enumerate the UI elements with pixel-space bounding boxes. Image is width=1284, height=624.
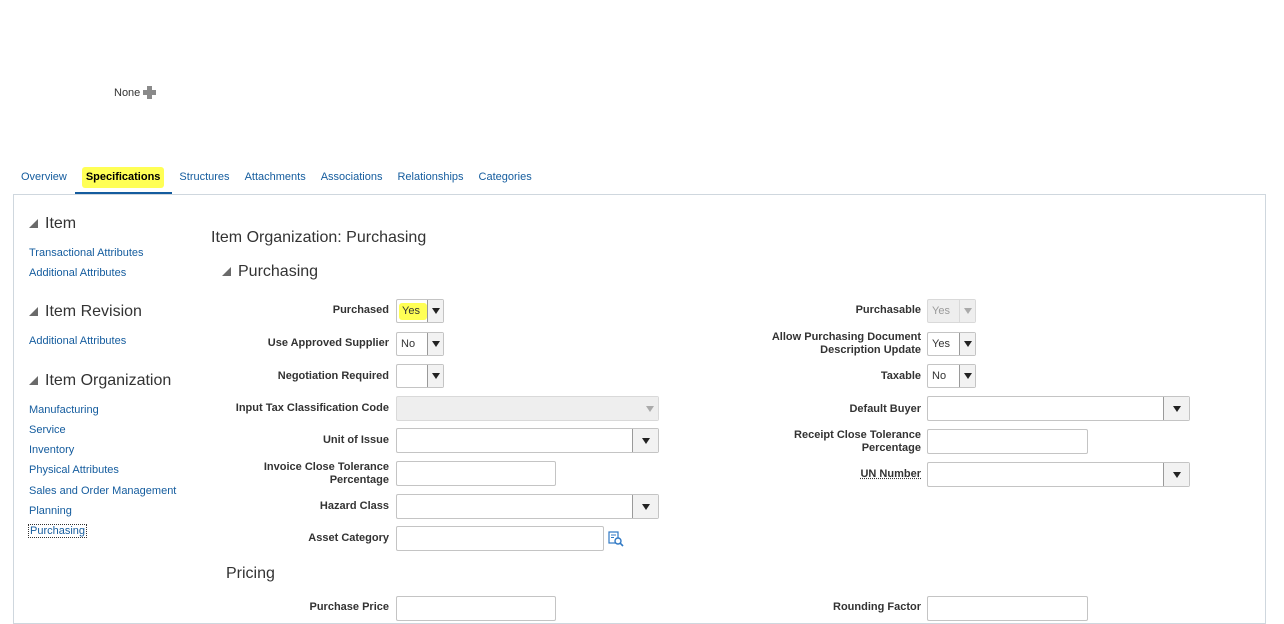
chevron-down-icon: [427, 300, 443, 322]
sidebar-link-transactional-attributes[interactable]: Transactional Attributes: [29, 247, 144, 259]
tab-categories[interactable]: Categories: [472, 167, 540, 194]
asset-category-input[interactable]: [396, 526, 604, 551]
sidebar-section-item-organization[interactable]: Item Organization: [29, 372, 171, 390]
chevron-down-icon: [959, 333, 975, 355]
purchasable-value: Yes: [928, 305, 959, 317]
hazard-class-label: Hazard Class: [200, 500, 389, 513]
purchase-price-label: Purchase Price: [200, 601, 389, 614]
collapse-triangle-icon: [29, 307, 38, 316]
page-title: Item Organization: Purchasing: [211, 229, 426, 247]
invoice-close-tolerance-input[interactable]: [396, 461, 556, 486]
input-tax-classification-code-label: Input Tax Classification Code: [200, 402, 389, 415]
rounding-factor-label: Rounding Factor: [700, 601, 921, 614]
purchasable-select: Yes: [927, 299, 976, 323]
section-title: Purchasing: [238, 263, 318, 281]
section-purchasing[interactable]: Purchasing: [222, 263, 318, 281]
chevron-down-icon: [642, 397, 658, 420]
purchased-select[interactable]: Yes: [396, 299, 444, 323]
chevron-down-icon: [632, 429, 658, 452]
tab-specifications-label: Specifications: [82, 167, 165, 188]
receipt-close-tolerance-label-line1: Receipt Close Tolerance: [700, 429, 921, 442]
taxable-select[interactable]: No: [927, 364, 976, 388]
taxable-label: Taxable: [700, 370, 921, 383]
tab-attachments[interactable]: Attachments: [238, 167, 314, 194]
sidebar-section-item[interactable]: Item: [29, 215, 76, 233]
chevron-down-icon: [1163, 397, 1189, 420]
allow-purchasing-doc-desc-update-value: Yes: [928, 338, 959, 350]
invoice-close-tolerance-label-line2: Percentage: [200, 474, 389, 487]
sidebar-section-item-revision[interactable]: Item Revision: [29, 303, 142, 321]
input-tax-classification-code-select: [396, 396, 659, 421]
sidebar-link-revision-additional-attributes[interactable]: Additional Attributes: [29, 335, 126, 347]
negotiation-required-select[interactable]: [396, 364, 444, 388]
receipt-close-tolerance-label-line2: Percentage: [700, 442, 921, 455]
purchased-value: Yes: [399, 303, 427, 320]
tab-bar: Overview Specifications Structures Attac…: [14, 167, 540, 194]
tab-associations[interactable]: Associations: [314, 167, 391, 194]
chevron-down-icon: [632, 495, 658, 518]
chevron-down-icon: [959, 365, 975, 387]
receipt-close-tolerance-input[interactable]: [927, 429, 1088, 454]
tab-specifications[interactable]: Specifications: [75, 167, 173, 194]
section-pricing: Pricing: [226, 565, 275, 583]
chevron-down-icon: [427, 365, 443, 387]
chevron-down-icon: [427, 333, 443, 355]
asset-category-label: Asset Category: [200, 532, 389, 545]
purchase-price-input[interactable]: [396, 596, 556, 621]
use-approved-supplier-label: Use Approved Supplier: [200, 337, 389, 350]
search-icon[interactable]: [608, 531, 624, 547]
chevron-down-icon: [959, 300, 975, 322]
taxable-value: No: [928, 370, 959, 382]
sidebar-link-manufacturing[interactable]: Manufacturing: [29, 404, 99, 416]
un-number-select[interactable]: [927, 462, 1190, 487]
allow-purchasing-doc-desc-update-label-line1: Allow Purchasing Document: [700, 331, 921, 344]
use-approved-supplier-select[interactable]: No: [396, 332, 444, 356]
collapse-triangle-icon: [29, 376, 38, 385]
sidebar-link-sales-and-order-management[interactable]: Sales and Order Management: [29, 485, 176, 497]
sidebar-link-planning[interactable]: Planning: [29, 505, 72, 517]
rounding-factor-input[interactable]: [927, 596, 1088, 621]
sidebar-section-title: Item: [45, 215, 76, 233]
sidebar-link-inventory[interactable]: Inventory: [29, 444, 74, 456]
tab-overview[interactable]: Overview: [14, 167, 75, 194]
collapse-triangle-icon: [222, 267, 231, 276]
collapse-triangle-icon: [29, 219, 38, 228]
default-buyer-label: Default Buyer: [700, 403, 921, 416]
receipt-close-tolerance-label: Receipt Close Tolerance Percentage: [700, 429, 921, 455]
sidebar-link-additional-attributes[interactable]: Additional Attributes: [29, 267, 126, 279]
sidebar-link-purchasing[interactable]: Purchasing: [28, 524, 87, 538]
sidebar-section-title: Item Revision: [45, 303, 142, 321]
hazard-class-select[interactable]: [396, 494, 659, 519]
purchased-label: Purchased: [200, 304, 389, 317]
chevron-down-icon: [1163, 463, 1189, 486]
un-number-label: UN Number: [700, 468, 921, 481]
invoice-close-tolerance-label: Invoice Close Tolerance Percentage: [200, 461, 389, 487]
association-none-row: None: [114, 86, 156, 99]
sidebar-link-physical-attributes[interactable]: Physical Attributes: [29, 464, 119, 476]
allow-purchasing-doc-desc-update-label-line2: Description Update: [700, 344, 921, 357]
allow-purchasing-doc-desc-update-select[interactable]: Yes: [927, 332, 976, 356]
default-buyer-select[interactable]: [927, 396, 1190, 421]
sidebar-section-title: Item Organization: [45, 372, 171, 390]
plus-icon[interactable]: [143, 86, 156, 99]
invoice-close-tolerance-label-line1: Invoice Close Tolerance: [200, 461, 389, 474]
none-label: None: [114, 87, 140, 99]
unit-of-issue-label: Unit of Issue: [200, 434, 389, 447]
sidebar-link-service[interactable]: Service: [29, 424, 66, 436]
allow-purchasing-doc-desc-update-label: Allow Purchasing Document Description Up…: [700, 331, 921, 357]
tab-structures[interactable]: Structures: [172, 167, 237, 194]
purchasable-label: Purchasable: [700, 304, 921, 317]
negotiation-required-label: Negotiation Required: [200, 370, 389, 383]
use-approved-supplier-value: No: [397, 338, 427, 350]
unit-of-issue-select[interactable]: [396, 428, 659, 453]
tab-relationships[interactable]: Relationships: [390, 167, 471, 194]
